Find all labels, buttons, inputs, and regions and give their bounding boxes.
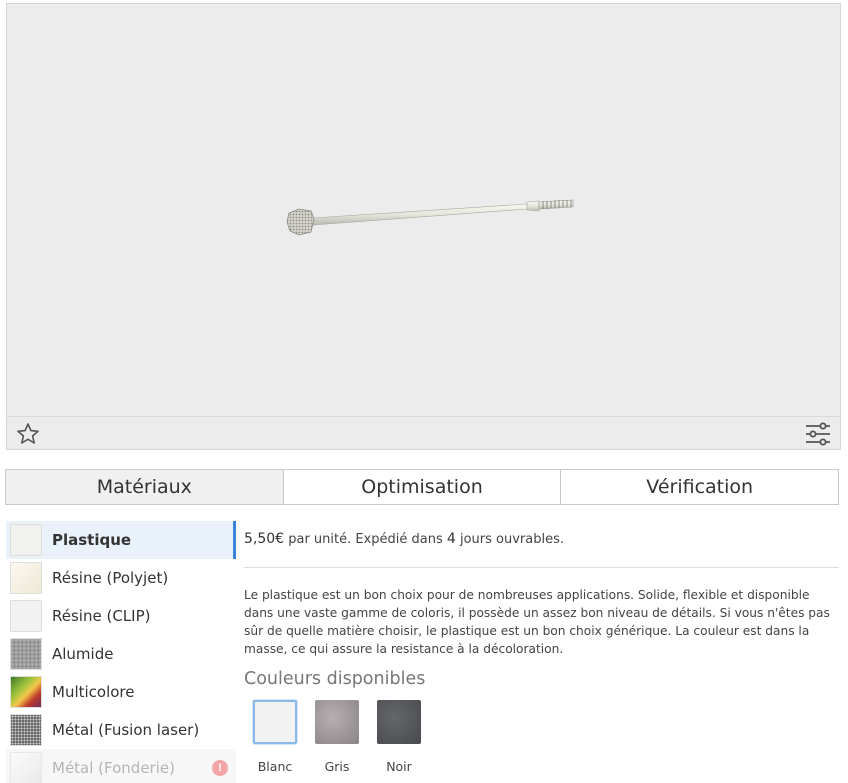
- star-outline-icon[interactable]: [16, 422, 40, 446]
- material-item-alumide[interactable]: Alumide: [6, 635, 236, 673]
- colors-title: Couleurs disponibles: [244, 669, 426, 689]
- model-viewer[interactable]: [6, 3, 841, 450]
- price-value: 5,50€: [244, 531, 285, 547]
- material-label: Multicolore: [52, 683, 135, 701]
- color-swatch: [253, 700, 297, 744]
- material-label: Résine (CLIP): [52, 607, 151, 625]
- material-swatch: [10, 638, 42, 670]
- price-info: 5,50€ par unité. Expédié dans 4 jours ou…: [244, 531, 564, 547]
- material-item-multicolore[interactable]: Multicolore: [6, 673, 236, 711]
- material-label: Plastique: [52, 531, 132, 549]
- material-item-metal-fonderie[interactable]: Métal (Fonderie) !: [6, 749, 236, 783]
- material-swatch: [10, 752, 42, 783]
- material-label: Résine (Polyjet): [52, 569, 169, 587]
- 3d-model-preview: [286, 199, 574, 236]
- material-swatch: [10, 600, 42, 632]
- material-description: Le plastique est un bon choix pour de no…: [244, 588, 830, 656]
- tab-verification[interactable]: Vérification: [560, 470, 839, 504]
- material-item-plastique[interactable]: Plastique: [6, 521, 236, 559]
- divider: [244, 567, 839, 568]
- materials-list: Plastique Résine (Polyjet) Résine (CLIP)…: [6, 521, 236, 783]
- shipping-days-text: jours ouvrables.: [459, 532, 564, 547]
- color-swatch: [377, 700, 421, 744]
- sliders-icon[interactable]: [805, 422, 831, 446]
- material-swatch: [10, 676, 42, 708]
- material-label: Métal (Fonderie): [52, 759, 175, 777]
- material-swatch: [10, 524, 42, 556]
- color-option-blanc[interactable]: Blanc: [251, 700, 299, 774]
- shipping-days: 4: [446, 531, 456, 547]
- color-label: Gris: [324, 759, 350, 774]
- color-swatch: [315, 700, 359, 744]
- material-swatch: [10, 714, 42, 746]
- material-swatch: [10, 562, 42, 594]
- tab-materiaux[interactable]: Matériaux: [6, 470, 283, 504]
- exclamation-icon: !: [212, 760, 228, 776]
- color-label: Blanc: [257, 759, 293, 774]
- material-label: Alumide: [52, 645, 114, 663]
- material-item-metal-fusion-laser[interactable]: Métal (Fusion laser): [6, 711, 236, 749]
- color-option-noir[interactable]: Noir: [375, 700, 423, 774]
- tab-bar: Matériaux Optimisation Vérification: [5, 469, 839, 505]
- material-item-resine-polyjet[interactable]: Résine (Polyjet): [6, 559, 236, 597]
- price-unit-text: par unité. Expédié dans: [288, 532, 443, 547]
- material-item-resine-clip[interactable]: Résine (CLIP): [6, 597, 236, 635]
- tab-optimisation[interactable]: Optimisation: [282, 470, 561, 504]
- material-label: Métal (Fusion laser): [52, 721, 200, 739]
- color-option-gris[interactable]: Gris: [313, 700, 361, 774]
- viewer-toolbar: [7, 416, 840, 449]
- color-label: Noir: [386, 759, 412, 774]
